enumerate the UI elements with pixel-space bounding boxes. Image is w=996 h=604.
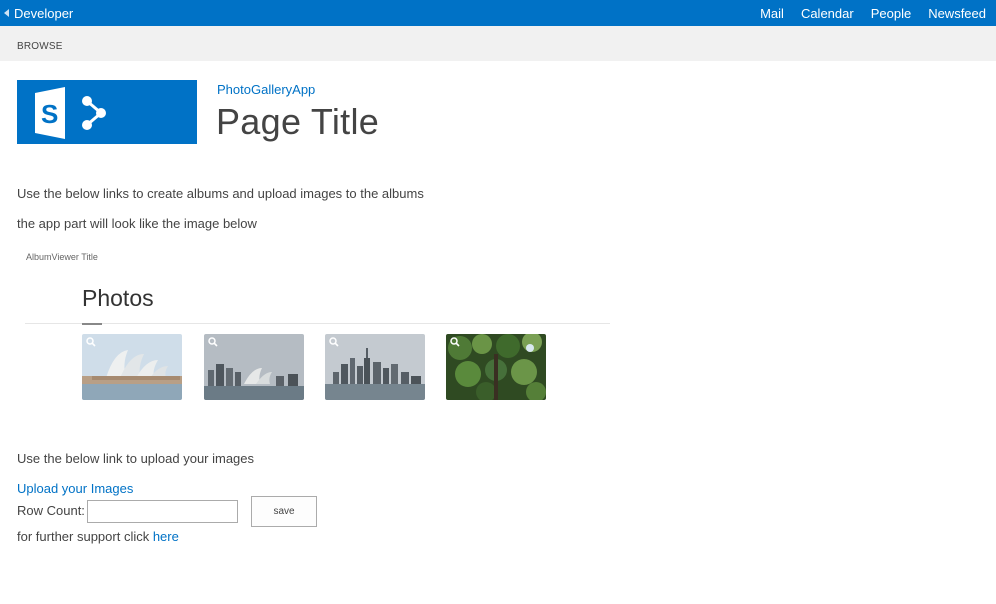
- developer-back-link[interactable]: Developer: [4, 0, 73, 26]
- photos-divider: [25, 323, 610, 324]
- magnifier-icon: [329, 337, 339, 347]
- photo-thumbnail-3[interactable]: [325, 334, 425, 400]
- intro-text-2: the app part will look like the image be…: [17, 216, 257, 231]
- page-title: Page Title: [216, 101, 380, 142]
- suite-link-people[interactable]: People: [871, 6, 911, 21]
- ribbon: BROWSE: [0, 26, 996, 61]
- suite-bar: Developer Mail Calendar People Newsfeed: [0, 0, 996, 26]
- suite-link-calendar[interactable]: Calendar: [801, 6, 854, 21]
- support-text: for further support click here: [17, 529, 179, 544]
- suite-link-mail[interactable]: Mail: [760, 6, 784, 21]
- sharepoint-logo-icon: S: [35, 87, 106, 139]
- row-count-input[interactable]: [87, 500, 238, 523]
- suite-link-newsfeed[interactable]: Newsfeed: [928, 6, 986, 21]
- tab-browse[interactable]: BROWSE: [17, 41, 63, 52]
- support-label: for further support click: [17, 529, 153, 544]
- city-skyline-image: [325, 334, 425, 400]
- site-link[interactable]: PhotoGalleryApp: [217, 82, 315, 97]
- support-here-link[interactable]: here: [153, 529, 179, 544]
- upload-images-link[interactable]: Upload your Images: [17, 481, 133, 496]
- magnifier-icon: [208, 337, 218, 347]
- opera-house-image: [82, 334, 182, 400]
- photo-thumbnail-2[interactable]: [204, 334, 304, 400]
- save-button[interactable]: save: [251, 496, 317, 527]
- magnifier-icon: [86, 337, 96, 347]
- app-part-title: AlbumViewer Title: [26, 252, 98, 262]
- photo-thumbnail-1[interactable]: [82, 334, 182, 400]
- tree-foliage-image: [446, 334, 546, 400]
- photos-heading-underline: [82, 323, 102, 325]
- photos-heading: Photos: [82, 285, 154, 311]
- svg-text:S: S: [41, 99, 58, 129]
- suite-links: Mail Calendar People Newsfeed: [743, 0, 986, 26]
- upload-instruction: Use the below link to upload your images: [17, 451, 255, 466]
- intro-text-1: Use the below links to create albums and…: [17, 186, 424, 201]
- photo-thumbnail-4[interactable]: [446, 334, 546, 400]
- magnifier-icon: [450, 337, 460, 347]
- back-arrow-icon: [4, 9, 9, 17]
- site-logo[interactable]: S: [17, 80, 197, 144]
- developer-label: Developer: [14, 5, 74, 21]
- opera-house-skyline-image: [204, 334, 304, 400]
- row-count-label: Row Count:: [17, 503, 85, 518]
